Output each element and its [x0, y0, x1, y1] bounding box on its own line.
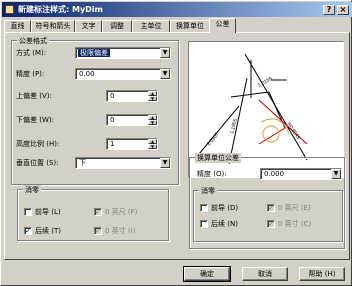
zero-suppression-group-right: 消零: [193, 186, 343, 242]
svg-text:2.0207: 2.0207: [206, 132, 221, 148]
spin-down-icon[interactable]: ▼: [148, 120, 157, 125]
alt-precision-label: 精度 (O):: [197, 170, 227, 178]
height-scale-input[interactable]: 1 ▲ ▼: [106, 138, 158, 150]
lower-deviation-value: 0: [110, 116, 115, 124]
precision-select[interactable]: 0.00 ▼: [75, 68, 171, 80]
tolerances-panel: 公差格式 方式 (M): 极限偏差 ▼ 精度 (P): 0.00 ▼ 上偏差 (…: [4, 32, 350, 260]
trailing-label: 后续 (T): [35, 227, 61, 235]
alternate-units-legend: 换算单位公差: [195, 153, 241, 163]
cancel-button[interactable]: 取消: [242, 267, 288, 281]
help-button[interactable]: 帮助 (H): [299, 267, 345, 281]
upper-deviation-value: 0: [110, 92, 115, 100]
trailing-checkbox[interactable]: ✓: [24, 227, 32, 235]
spin-down-icon[interactable]: ▼: [148, 96, 157, 101]
dimension-style-dialog: 新建标注样式: MyDim ? × 直线 符号和箭头 文字 调整 主单位 换算单…: [0, 0, 352, 286]
spin-down-icon[interactable]: ▼: [148, 144, 157, 149]
tab-tolerances[interactable]: 公差: [209, 18, 236, 33]
svg-text:1.1955: 1.1955: [229, 118, 239, 135]
close-icon[interactable]: ×: [337, 5, 349, 15]
method-value: 极限偏差: [78, 49, 110, 57]
upper-deviation-label: 上偏差 (V):: [16, 92, 52, 100]
chevron-down-icon[interactable]: ▼: [160, 69, 170, 79]
alt-precision-value: 0.000: [264, 170, 285, 178]
method-select[interactable]: 极限偏差 ▼: [75, 47, 171, 59]
chevron-down-icon[interactable]: ▼: [160, 158, 170, 168]
height-scale-label: 高度比例 (H):: [16, 140, 60, 148]
precision-label: 精度 (P):: [16, 70, 45, 78]
alt-zero-feet-checkbox[interactable]: ✓: [267, 204, 275, 212]
vertical-position-value: 下: [79, 159, 86, 167]
help-icon[interactable]: ?: [323, 5, 335, 15]
zero-suppression-legend: 消零: [23, 185, 41, 195]
zero-inches-checkbox[interactable]: ✓: [94, 227, 102, 235]
window-title: 新建标注样式: MyDim: [18, 5, 103, 14]
alt-leading-checkbox[interactable]: [200, 204, 208, 212]
chevron-down-icon[interactable]: ▼: [331, 169, 341, 179]
zero-suppression-legend: 消零: [199, 186, 217, 196]
app-icon: [5, 5, 14, 14]
vertical-position-select[interactable]: 下 ▼: [75, 157, 171, 169]
height-scale-value: 1: [110, 140, 115, 148]
zero-inches-label: 0 英寸 (I): [105, 227, 136, 235]
alt-zero-inches-checkbox[interactable]: ✓: [267, 220, 275, 228]
svg-text:1.0159: 1.0159: [257, 76, 273, 89]
alt-trailing-label: 后续 (N): [211, 220, 238, 228]
lower-deviation-label: 下偏差 (W):: [16, 116, 54, 124]
ok-button[interactable]: 确定: [183, 266, 231, 282]
leading-label: 前导 (L): [35, 208, 61, 216]
tolerance-format-legend: 公差格式: [17, 36, 49, 46]
method-label: 方式 (M):: [16, 49, 47, 57]
leading-checkbox[interactable]: [24, 208, 32, 216]
alt-leading-label: 前导 (D): [211, 204, 239, 212]
upper-deviation-input[interactable]: 0 ▲ ▼: [106, 90, 158, 102]
chevron-down-icon[interactable]: ▼: [160, 48, 170, 58]
lower-deviation-input[interactable]: 0 ▲ ▼: [106, 114, 158, 126]
alt-trailing-checkbox[interactable]: [200, 220, 208, 228]
precision-value: 0.00: [79, 70, 95, 78]
alt-zero-inches-label: 0 英寸 (C): [278, 220, 312, 228]
title-bar: 新建标注样式: MyDim ? ×: [2, 2, 352, 17]
zero-feet-checkbox[interactable]: ✓: [94, 208, 102, 216]
alt-precision-select[interactable]: 0.000 ▼: [260, 168, 342, 180]
alt-zero-feet-label: 0 英尺 (E): [278, 204, 311, 212]
zero-feet-label: 0 英尺 (F): [105, 208, 138, 216]
vertical-position-label: 垂直位置 (S):: [16, 159, 59, 167]
